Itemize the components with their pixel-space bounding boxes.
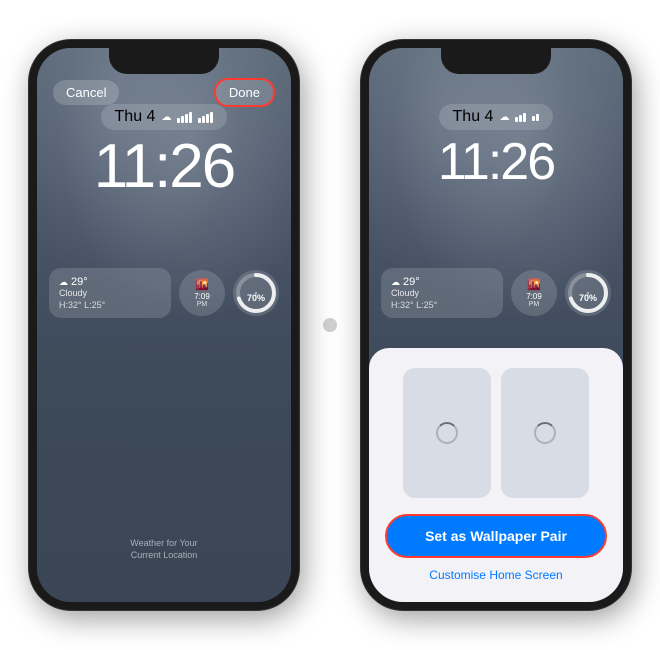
- phone-wrapper: Cancel Done Thu 4 ☁: [19, 20, 641, 630]
- uv-widget: ↑ 70%: [233, 270, 279, 316]
- time-display: 11:26: [94, 136, 235, 198]
- wallpaper-thumb-lock: [403, 368, 491, 498]
- cloud-icon-right: ☁: [499, 112, 509, 123]
- sunset-icon: 🌇: [195, 278, 209, 291]
- wifi-bars: [198, 112, 213, 123]
- spinner-lock: [436, 422, 458, 444]
- location-line2: Current Location: [131, 550, 198, 560]
- right-phone: Thu 4 ☁ 11:26 ☁ 29°: [361, 40, 631, 610]
- date-bar: Thu 4 ☁: [101, 104, 228, 130]
- sunset-time-right: 7:09: [526, 292, 542, 301]
- temperature-right: 29°: [403, 276, 420, 288]
- svg-text:↑: ↑: [254, 289, 259, 299]
- high-low: H:32° L:25°: [59, 300, 161, 310]
- ring-chart: ↑: [235, 272, 277, 314]
- sunset-widget: 🌇 7:09 PM: [179, 270, 225, 316]
- temperature: 29°: [71, 276, 88, 288]
- date-text: Thu 4: [115, 108, 156, 126]
- location-line1: Weather for Your: [130, 538, 197, 548]
- bottom-sheet: Set as Wallpaper Pair Customise Home Scr…: [369, 348, 623, 602]
- sunset-widget-right: 🌇 7:09 PM: [511, 270, 557, 316]
- sunset-ampm: PM: [197, 301, 208, 308]
- signal-bars-right: [515, 113, 526, 122]
- notch-right: [441, 48, 551, 74]
- notch: [109, 48, 219, 74]
- sunset-ampm-right: PM: [529, 301, 540, 308]
- middle-dot: [323, 318, 337, 332]
- condition: Cloudy: [59, 288, 161, 298]
- top-bar: Cancel Done: [37, 78, 291, 107]
- left-phone: Cancel Done Thu 4 ☁: [29, 40, 299, 610]
- wifi-bars-right: [532, 114, 539, 121]
- weather-widget: ☁ 29° Cloudy H:32° L:25°: [49, 268, 171, 318]
- time-display-right: 11:26: [438, 136, 554, 188]
- wallpaper-thumb-home: [501, 368, 589, 498]
- datetime-section-right: Thu 4 ☁ 11:26: [369, 104, 623, 188]
- cloud-icon-widget: ☁: [59, 277, 68, 288]
- uv-widget-right: ↑ 70%: [565, 270, 611, 316]
- svg-text:↑: ↑: [586, 289, 591, 299]
- condition-right: Cloudy: [391, 288, 493, 298]
- wallpaper-previews: [385, 368, 607, 498]
- signal-bars: [177, 112, 192, 123]
- date-text-right: Thu 4: [453, 108, 494, 126]
- widgets-row-right: ☁ 29° Cloudy H:32° L:25° 🌇 7:09 PM ↑ 70%: [381, 268, 611, 318]
- location-text: Weather for Your Current Location: [37, 537, 291, 562]
- sunset-icon-right: 🌇: [527, 278, 541, 291]
- spinner-home: [534, 422, 556, 444]
- set-wallpaper-button[interactable]: Set as Wallpaper Pair: [385, 514, 607, 558]
- high-low-right: H:32° L:25°: [391, 300, 493, 310]
- widgets-row: ☁ 29° Cloudy H:32° L:25° 🌇 7:09 PM ↑ 70%: [49, 268, 279, 318]
- ring-chart-right: ↑: [567, 272, 609, 314]
- cloud-icon: ☁: [161, 112, 171, 123]
- date-bar-right: Thu 4 ☁: [439, 104, 554, 130]
- weather-widget-right: ☁ 29° Cloudy H:32° L:25°: [381, 268, 503, 318]
- cloud-icon-widget-right: ☁: [391, 277, 400, 288]
- datetime-section: Thu 4 ☁ 11:26: [37, 104, 291, 198]
- sunset-time: 7:09: [194, 292, 210, 301]
- done-button[interactable]: Done: [214, 78, 275, 107]
- customise-link[interactable]: Customise Home Screen: [385, 568, 607, 582]
- cancel-button[interactable]: Cancel: [53, 80, 119, 105]
